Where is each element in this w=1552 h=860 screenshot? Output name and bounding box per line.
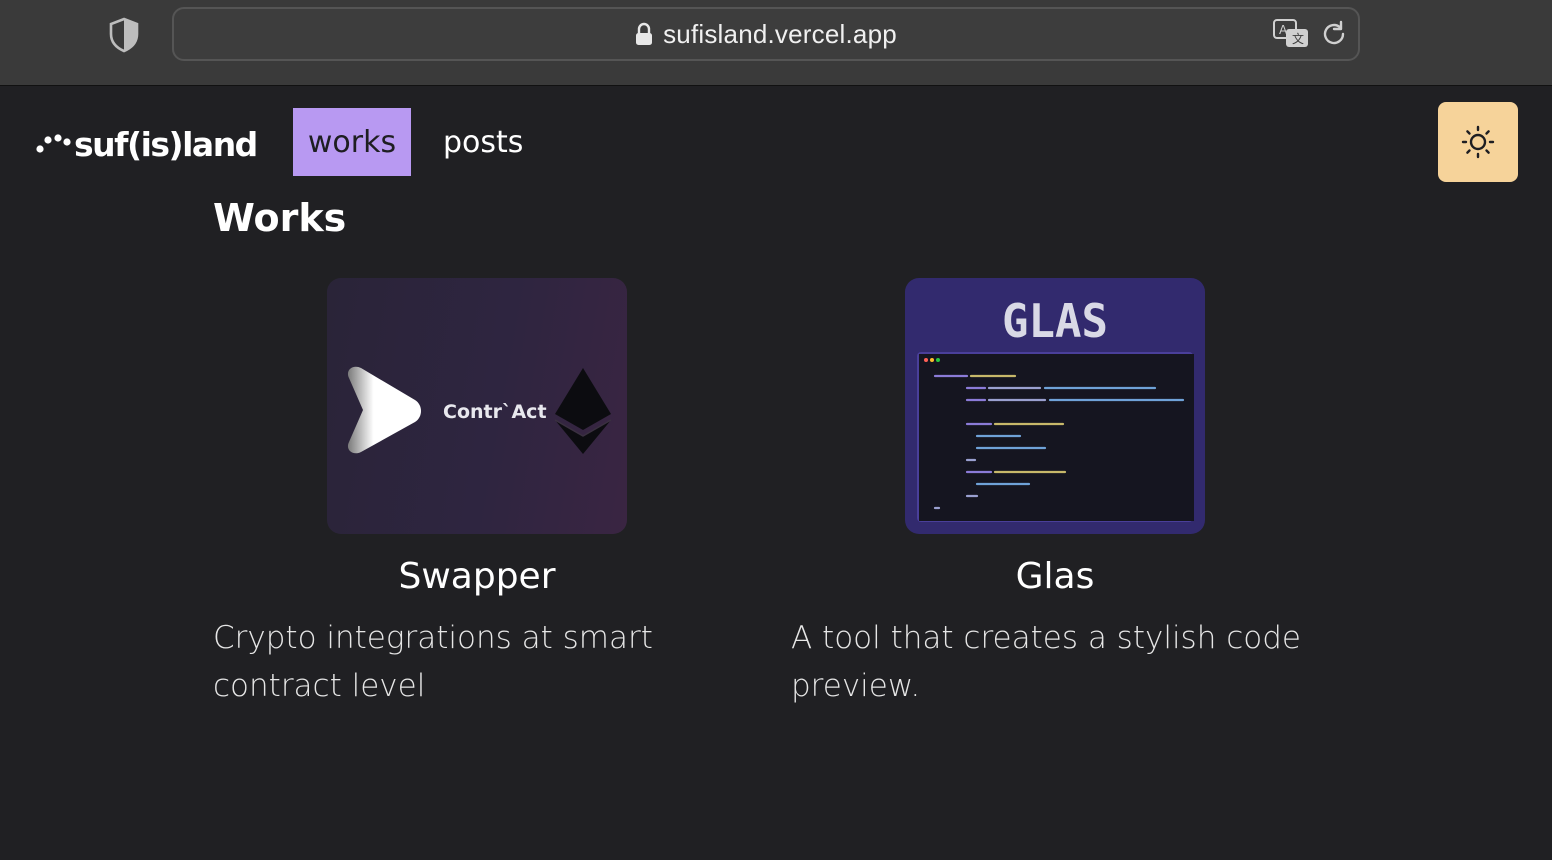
work-title-swapper[interactable]: Swapper (187, 556, 767, 597)
translate-icon[interactable]: A 文 (1272, 18, 1310, 50)
site-logo[interactable]: suf(is)land (34, 124, 258, 164)
ethereum-icon (554, 368, 612, 454)
address-bar[interactable]: sufisland.vercel.app A 文 (172, 7, 1360, 61)
svg-text:文: 文 (1292, 31, 1304, 46)
page-title: Works (213, 196, 347, 240)
swapper-thumbnail-art: Contr`Act (347, 366, 612, 454)
logo-dots-icon (36, 134, 71, 153)
url-text[interactable]: sufisland.vercel.app (663, 19, 897, 50)
glas-thumbnail-art: GLAS (917, 294, 1194, 522)
work-thumbnail-swapper[interactable]: Contr`Act (327, 278, 627, 534)
logo-text: suf(is)land (74, 124, 258, 164)
work-title-glas[interactable]: Glas (765, 556, 1345, 597)
theme-toggle-button[interactable] (1438, 102, 1518, 182)
shield-icon[interactable] (108, 17, 140, 53)
glas-thumb-text: GLAS (1002, 294, 1108, 348)
sun-icon (1461, 125, 1495, 159)
lock-icon (636, 22, 653, 45)
work-description-glas: A tool that creates a stylish code previ… (791, 620, 1301, 704)
play-logo-icon (347, 366, 421, 454)
nav-works-link[interactable]: works (293, 108, 411, 176)
swapper-thumb-text: Contr`Act (443, 401, 547, 423)
work-thumbnail-glas[interactable]: GLAS (905, 278, 1205, 534)
work-description-swapper: Crypto integrations at smart contract le… (213, 620, 653, 704)
nav-posts-link[interactable]: posts (443, 108, 523, 176)
reload-icon[interactable] (1320, 20, 1348, 48)
browser-toolbar: sufisland.vercel.app A 文 (0, 0, 1552, 86)
main-nav: works posts (293, 108, 523, 176)
